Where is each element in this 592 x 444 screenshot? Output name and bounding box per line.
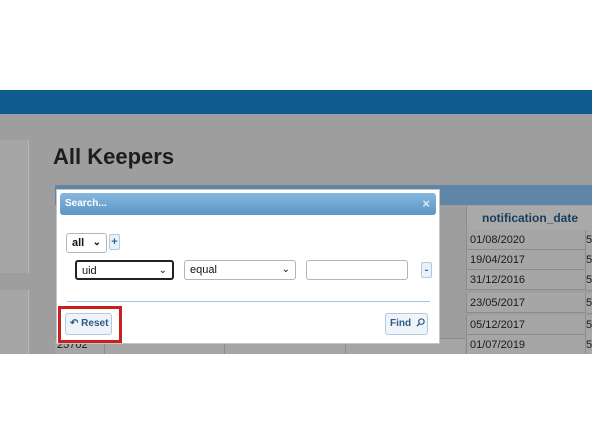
table-cell: 5 — [586, 335, 592, 354]
column-header-notification-date[interactable]: notification_date — [466, 206, 592, 230]
chevron-down-icon: ⌄ — [281, 264, 290, 275]
dialog-title: Search... — [65, 198, 107, 209]
sidebar-panel-lower — [0, 290, 29, 354]
remove-rule-button[interactable]: - — [421, 262, 432, 278]
close-icon[interactable]: × — [422, 193, 430, 215]
chevron-down-icon: ⌄ — [92, 237, 101, 248]
operator-select[interactable]: equal ⌄ — [184, 260, 296, 280]
table-cell: 01/07/2019 — [466, 335, 586, 354]
table-cell: 01/08/2020 — [466, 230, 586, 250]
add-rule-button[interactable]: + — [109, 234, 120, 250]
sidebar-panel — [0, 140, 29, 273]
reset-highlight-box — [58, 306, 122, 343]
table-cell: 05/12/2017 — [466, 315, 586, 335]
find-button[interactable]: Find — [385, 313, 428, 335]
rule-value-input[interactable] — [306, 260, 408, 280]
table-cell: 5 — [586, 250, 592, 271]
field-value: uid — [82, 265, 97, 277]
divider — [67, 301, 430, 302]
field-select[interactable]: uid ⌄ — [75, 260, 174, 280]
table-cell: 5 — [586, 293, 592, 314]
table-cell: 5 — [586, 315, 592, 336]
table-cell: 31/12/2016 — [466, 270, 586, 290]
chevron-down-icon: ⌄ — [158, 265, 167, 276]
group-operator-value: all — [72, 237, 85, 249]
operator-value: equal — [190, 264, 217, 276]
table-cell: 5 — [586, 230, 592, 251]
group-operator-select[interactable]: all ⌄ — [66, 233, 107, 253]
table-cell: 19/04/2017 — [466, 250, 586, 270]
page-title: All Keepers — [53, 144, 175, 169]
table-cell: 5 — [586, 270, 592, 291]
search-icon — [416, 318, 425, 327]
dialog-title-bar[interactable]: Search... × — [60, 193, 436, 215]
find-label: Find — [390, 318, 412, 329]
top-nav-bar — [0, 90, 592, 114]
table-cell: 23/05/2017 — [466, 293, 586, 313]
